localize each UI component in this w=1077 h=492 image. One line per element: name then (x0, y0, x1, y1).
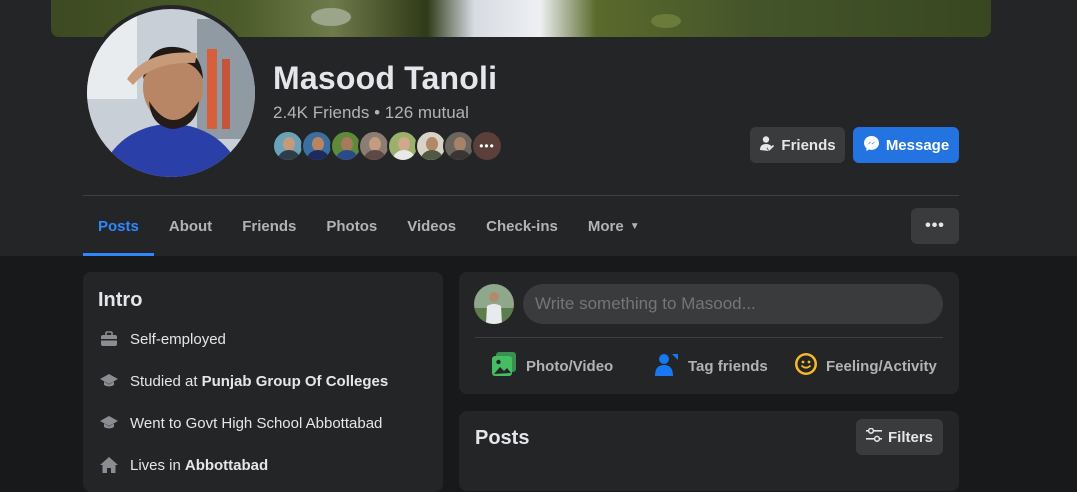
intro-item-text: Lives in (130, 456, 181, 474)
more-dots-icon: ••• (479, 139, 495, 153)
tab-label: Check-ins (486, 218, 558, 235)
feeling-activity-label: Feeling/Activity (826, 357, 937, 375)
college-link[interactable]: Punjab Group Of Colleges (202, 373, 389, 390)
tab-label: About (168, 218, 213, 235)
tab-photos[interactable]: Photos (311, 197, 392, 256)
intro-item-text: Self-employed (130, 330, 226, 348)
tab-videos[interactable]: Videos (392, 197, 471, 256)
friends-button[interactable]: Friends (750, 127, 845, 163)
cover-detail (651, 14, 681, 28)
post-composer-input[interactable] (523, 284, 943, 324)
tab-friends[interactable]: Friends (227, 197, 311, 256)
message-button-label: Message (885, 136, 950, 154)
intro-item-work: Self-employed (98, 327, 226, 351)
mutual-friend-avatar[interactable] (358, 130, 390, 162)
cover-detail (311, 8, 351, 26)
graduation-cap-icon (98, 370, 120, 392)
mutual-friend-face (283, 137, 295, 151)
mutual-friend-face (426, 137, 438, 151)
intro-item-text: Went to Govt High School Abbottabad (130, 414, 383, 432)
header-divider (83, 195, 959, 196)
mutual-friend-face (454, 137, 466, 151)
photo-video-label: Photo/Video (526, 357, 614, 375)
briefcase-icon (98, 328, 120, 350)
composer-divider (475, 337, 943, 338)
mutual-friend-face (369, 137, 381, 151)
tab-label: Photos (326, 218, 378, 235)
tab-label: Friends (242, 218, 297, 235)
tag-friends-label: Tag friends (688, 357, 768, 375)
friends-button-label: Friends (781, 136, 836, 154)
tab-label: Posts (98, 218, 139, 235)
friend-check-icon (759, 135, 775, 155)
post-composer: Photo/Video Tag friends Feeling/Activity (459, 272, 959, 394)
mutual-friend-avatar[interactable] (272, 130, 304, 162)
posts-header-card: Posts Filters (459, 411, 959, 491)
mutual-friend-avatar[interactable] (301, 130, 333, 162)
posts-title: Posts (475, 427, 530, 449)
graduation-cap-icon (98, 412, 120, 434)
tab-about[interactable]: About (154, 197, 227, 256)
tab-label: More (587, 218, 624, 235)
tab-more[interactable]: More ▼ (573, 197, 655, 256)
photo-video-icon (492, 352, 518, 380)
tab-label: Videos (407, 218, 457, 235)
messenger-icon (863, 135, 880, 156)
see-more-mutual-friends[interactable]: ••• (471, 130, 503, 162)
current-user-photo (474, 284, 514, 324)
intro-title: Intro (98, 289, 143, 311)
tag-friends-button[interactable]: Tag friends (654, 348, 768, 384)
current-user-avatar[interactable] (474, 284, 514, 324)
profile-options-button[interactable]: ••• (911, 208, 959, 244)
location-link[interactable]: Abbottabad (185, 457, 268, 474)
tab-check-ins[interactable]: Check-ins (471, 197, 573, 256)
intro-card: Intro Self-employed Studied at Punjab Gr… (83, 272, 443, 492)
mutual-friend-face (341, 137, 353, 151)
tag-friends-icon (654, 352, 680, 380)
mutual-friend-face (312, 137, 324, 151)
intro-item-school: Went to Govt High School Abbottabad (98, 411, 382, 435)
profile-photo (87, 9, 255, 177)
filters-sliders-icon (865, 427, 882, 446)
intro-item-text: Studied at (130, 372, 198, 390)
caret-down-icon: ▼ (629, 221, 640, 232)
home-icon (98, 454, 120, 476)
intro-item-location: Lives in Abbottabad (98, 453, 268, 477)
profile-name: Masood Tanoli (273, 60, 498, 96)
tab-posts[interactable]: Posts (83, 197, 154, 256)
photo-video-button[interactable]: Photo/Video (492, 348, 613, 384)
profile-tabs: Posts About Friends Photos Videos Check-… (83, 197, 655, 256)
profile-picture[interactable] (83, 5, 259, 181)
feeling-smiley-icon (794, 352, 818, 380)
friends-count-link[interactable]: 2.4K Friends • 126 mutual (273, 103, 469, 123)
filters-label: Filters (887, 428, 933, 446)
mutual-friend-face (398, 137, 410, 151)
intro-item-college: Studied at Punjab Group Of Colleges (98, 369, 388, 393)
message-button[interactable]: Message (853, 127, 959, 163)
filters-button[interactable]: Filters (856, 419, 943, 455)
feeling-activity-button[interactable]: Feeling/Activity (794, 348, 937, 384)
